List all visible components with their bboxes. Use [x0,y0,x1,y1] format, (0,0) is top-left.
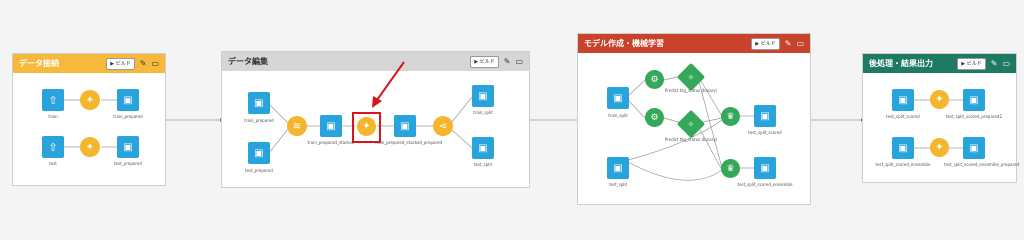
node-label: test_split_scored_prepared2 [945,114,1003,119]
folder-icon: ▣ [898,142,908,154]
folder-icon: ▣ [969,142,979,154]
broom-icon: ✦ [935,94,944,105]
dataset-test-split-scored-ensemble-prepared-node[interactable]: ▣ [963,137,985,159]
zone-postprocess-output[interactable]: 後処理・結果出力 ▶ ビルド ✎ ▭ ▣ test_split_scored ✦… [862,53,1020,183]
node-label: test_split_scored [748,130,782,135]
dataset-train-split-node[interactable]: ▣ [607,87,629,109]
folder-icon: ▣ [760,110,770,122]
prepare-recipe-node[interactable]: ✦ [930,90,949,109]
folder-icon: ▣ [898,94,908,106]
node-label: Predict hlg_status (binary) [664,137,718,142]
folder-icon: ▣ [760,162,770,174]
zone-model-ml[interactable]: モデル作成・機械学習 ▶ ビルド ✎ ▭ ▣ train_split ▣ tes… [577,33,811,205]
model-icon: ✧ [687,119,695,129]
folder-icon: ▣ [613,92,623,104]
trophy-icon: ♛ [726,163,735,174]
score-recipe-node[interactable]: ♛ [721,159,740,178]
dataset-test-split-node[interactable]: ▣ [607,157,629,179]
score-recipe-node[interactable]: ♛ [721,107,740,126]
dataset-test-split-scored-ensemble-node[interactable]: ▣ [892,137,914,159]
node-label: test_split_scored_ensemble_prepared [944,162,1020,167]
dataset-test-split-scored-node[interactable]: ▣ [892,89,914,111]
folder-icon: ▣ [969,94,979,106]
dataset-test-split-scored-prepared2-node[interactable]: ▣ [963,89,985,111]
ml-train-icon: ⚙ [650,74,659,85]
node-label: test_split_scored_ensemble [875,162,931,167]
broom-icon: ✦ [935,142,944,153]
node-label: Predict hlg_status (binary) [664,88,718,93]
model-icon: ✧ [687,72,695,82]
train-recipe-node[interactable]: ⚙ [645,70,664,89]
trophy-icon: ♛ [726,111,735,122]
dataset-test-split-scored-ensemble-node[interactable]: ▣ [754,157,776,179]
train-recipe-node[interactable]: ⚙ [645,108,664,127]
node-label: test_split [608,182,628,187]
prepare-recipe-node[interactable]: ✦ [930,138,949,157]
node-label: test_split_scored [886,114,920,119]
dataset-test-split-scored-node[interactable]: ▣ [754,105,776,127]
node-label: test_split_scored_ensemble [737,182,793,187]
folder-icon: ▣ [613,162,623,174]
node-label: train_split [608,113,628,118]
ml-train-icon: ⚙ [650,112,659,123]
